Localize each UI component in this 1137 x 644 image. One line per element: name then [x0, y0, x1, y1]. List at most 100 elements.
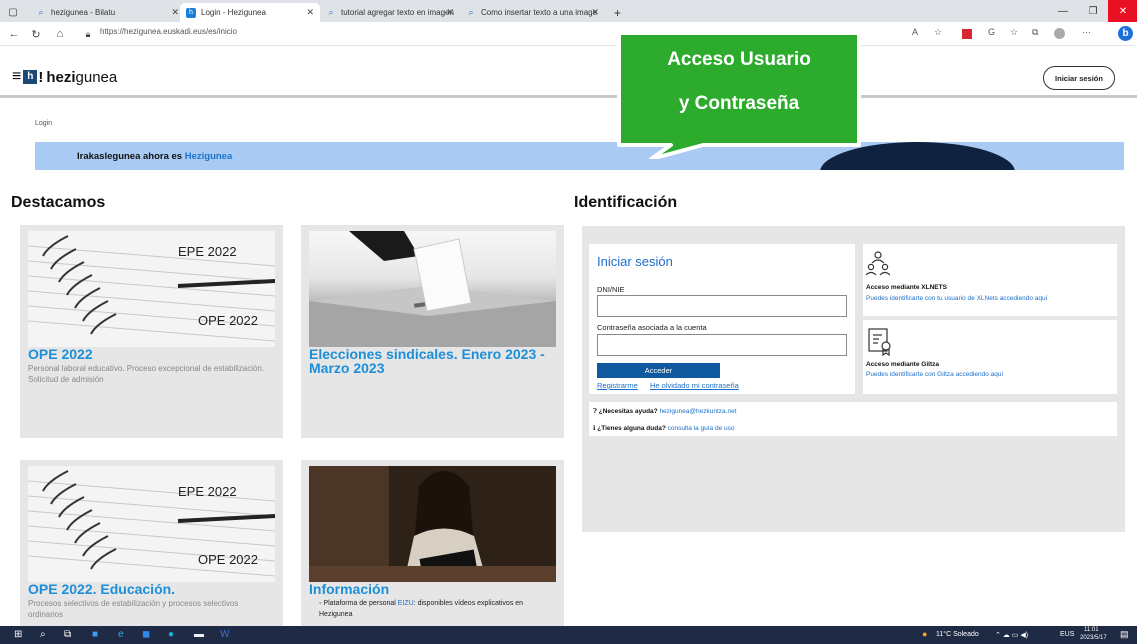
xlnets-title[interactable]: Acceso mediante XLNETS [866, 284, 947, 291]
site-logo[interactable]: ≡ h! hezi gunea [12, 68, 117, 86]
favorite-icon[interactable]: ☆ [934, 27, 942, 38]
forgot-password-link[interactable]: He olvidado mi contraseña [650, 381, 739, 390]
clock-time[interactable]: 11:01 [1084, 627, 1099, 633]
restore-icon[interactable]: ❐ [1078, 0, 1108, 22]
card-title[interactable]: Información [309, 582, 389, 596]
close-tab-icon[interactable]: ✕ [446, 7, 454, 18]
giltza-title[interactable]: Acceso mediante Giltza [866, 361, 939, 368]
taskbar: ⊞ ⌕ ⧉ ■ e ◼ ● ▬ W ● 11°C Soleado ⌃ ☁ ▭ ◀… [0, 626, 1137, 644]
svg-text:OPE 2022: OPE 2022 [198, 313, 258, 328]
tab-login-hezigunea[interactable]: h Login - Hezigunea ✕ [180, 3, 320, 22]
callout-line-2: y Contraseña [678, 93, 800, 114]
banner-text: Irakaslegunea ahora es Hezigunea [77, 151, 233, 162]
windows-start-icon[interactable]: ⊞ [14, 629, 22, 640]
xlnets-box[interactable] [863, 244, 1117, 316]
svg-text:EPE 2022: EPE 2022 [178, 484, 237, 499]
search-icon[interactable]: ⌕ [40, 629, 46, 640]
app-icon[interactable]: ▬ [194, 629, 204, 640]
tab-label: Login - Hezigunea [201, 8, 266, 17]
xlnets-link[interactable]: Puedes identificarte con tu usuario de X… [866, 295, 1047, 302]
more-icon[interactable]: ··· [1082, 27, 1091, 37]
users-network-icon [865, 250, 891, 283]
eizu-link[interactable]: EIZU [398, 600, 414, 607]
iniciar-sesion-button[interactable]: Iniciar sesión [1043, 66, 1115, 90]
weather-icon: ● [922, 629, 928, 639]
tab-label: Como insertar texto a una image [481, 8, 598, 17]
dni-input[interactable] [597, 295, 847, 317]
url-field[interactable]: https://hezigunea.euskadi.eus/es/inicio [100, 27, 237, 36]
guide-link[interactable]: consulta la guía de uso [668, 425, 735, 432]
acceder-button[interactable]: Acceder [597, 363, 720, 378]
card-title[interactable]: OPE 2022 [28, 347, 93, 361]
refresh-icon[interactable]: ↻ [28, 26, 44, 42]
tab-label: hezigunea - Bilatu [51, 8, 116, 17]
tab-actions-icon[interactable]: ▢ [2, 3, 24, 22]
site-header: ≡ h! hezi gunea Iniciar sesión [0, 46, 1137, 98]
close-tab-icon[interactable]: ✕ [171, 7, 179, 18]
card-informacion[interactable]: Información ◦ Plataforma de personal EIZ… [301, 460, 564, 626]
card-elecciones[interactable]: Elecciones sindicales. Enero 2023 - Marz… [301, 225, 564, 438]
help-email-link[interactable]: hezigunea@hezkuntza.net [659, 408, 736, 415]
favorites-icon[interactable]: ☆ [1010, 27, 1018, 38]
language-indicator[interactable]: EUS [1060, 631, 1074, 638]
extension-c-icon[interactable]: G [988, 27, 995, 37]
weather-text[interactable]: 11°C Soleado [936, 631, 979, 638]
task-view-icon[interactable]: ⧉ [64, 629, 71, 640]
profile-avatar[interactable] [1054, 28, 1065, 39]
teams-icon[interactable]: ● [168, 629, 174, 640]
bing-icon[interactable]: b [1118, 26, 1133, 41]
tab-tutorial[interactable]: ⌕ tutorial agregar texto en imagen ✕ [320, 3, 460, 22]
collections-icon[interactable]: ⧉ [1032, 27, 1038, 38]
tab-hezigunea-bilatu[interactable]: ⌕ hezigunea - Bilatu ✕ [30, 3, 185, 22]
menu-icon[interactable]: ≡ [12, 68, 21, 86]
store-icon[interactable]: ■ [92, 629, 98, 640]
doubt-line: ℹ︎ ¿Tienes alguna duda? consulta la guía… [593, 425, 735, 432]
minimize-icon[interactable]: — [1048, 0, 1078, 22]
card-title[interactable]: OPE 2022. Educación. [28, 582, 175, 596]
close-tab-icon[interactable]: ✕ [306, 7, 314, 18]
extension-icon[interactable] [962, 29, 972, 39]
woman-tablet-image [309, 466, 556, 582]
search-icon: ⌕ [38, 7, 44, 17]
banner-link[interactable]: Hezigunea [185, 151, 233, 162]
close-window-icon[interactable]: ✕ [1108, 0, 1137, 22]
info-icon: ℹ︎ [593, 425, 596, 432]
tab-label: tutorial agregar texto en imagen [341, 8, 454, 17]
read-aloud-icon[interactable]: A [912, 27, 918, 37]
clock-date[interactable]: 2023/5/17 [1080, 635, 1107, 641]
card-ope-educacion[interactable]: EPE 2022 OPE 2022 OPE 2022. Educación. P… [20, 460, 283, 626]
callout-line-1: Acceso Usuario [667, 49, 811, 70]
back-icon[interactable]: ← [6, 26, 22, 42]
notifications-icon[interactable]: ▤ [1120, 629, 1129, 640]
card-title[interactable]: Elecciones sindicales. Enero 2023 - Marz… [309, 347, 554, 375]
giltza-link[interactable]: Puedes identificarte con Giltza accedien… [866, 371, 1003, 378]
word-icon[interactable]: W [220, 629, 229, 640]
search-icon: ⌕ [468, 7, 474, 17]
outlook-icon[interactable]: ◼ [142, 629, 150, 640]
giltza-box[interactable] [863, 320, 1117, 394]
new-tab-button[interactable]: + [608, 3, 626, 22]
logo-prefix: hezi [46, 68, 76, 86]
lock-icon: 🔒︎ [85, 28, 91, 39]
identificacion-heading: Identificación [574, 194, 678, 211]
svg-text:EPE 2022: EPE 2022 [178, 244, 237, 259]
dni-label: DNI/NIE [597, 285, 625, 294]
svg-text:OPE 2022: OPE 2022 [198, 552, 258, 567]
password-input[interactable] [597, 334, 847, 356]
card-ope-2022[interactable]: EPE 2022 OPE 2022 OPE 2022 Personal labo… [20, 225, 283, 438]
edge-icon[interactable]: e [118, 629, 124, 640]
browser-tab-bar: ▢ ⌕ hezigunea - Bilatu ✕ h Login - Hezig… [0, 0, 1137, 22]
breadcrumb[interactable]: Login [35, 120, 52, 127]
identificacion-panel [582, 226, 1125, 532]
search-icon: ⌕ [328, 7, 334, 17]
card-bullet: ◦ Plataforma de personal EIZU: disponibl… [319, 600, 524, 618]
ope-notebook-image: EPE 2022 OPE 2022 [28, 231, 275, 347]
tab-como-insertar[interactable]: ⌕ Como insertar texto a una image ✕ [460, 3, 605, 22]
ope-notebook-image: EPE 2022 OPE 2022 [28, 466, 275, 582]
registrarme-link[interactable]: Registrarme [597, 381, 638, 390]
tray-icons[interactable]: ⌃ ☁ ▭ ◀︎) [995, 631, 1028, 639]
home-icon[interactable]: ⌂ [52, 26, 68, 42]
close-tab-icon[interactable]: ✕ [591, 7, 599, 18]
card-description: Personal laboral educativo. Proceso exce… [28, 364, 265, 384]
password-label: Contraseña asociada a la cuenta [597, 323, 707, 332]
